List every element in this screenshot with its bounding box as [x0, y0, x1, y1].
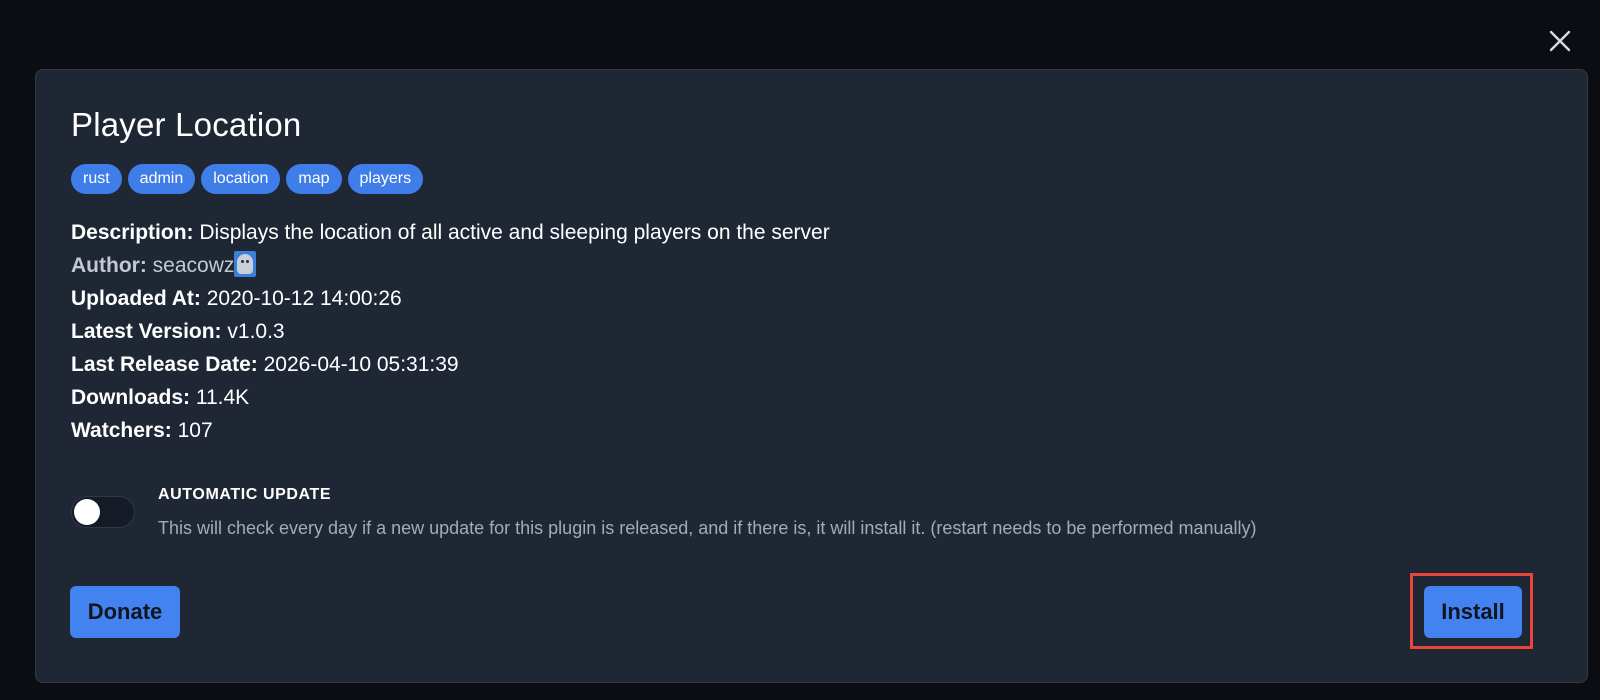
- tag-players[interactable]: players: [347, 164, 424, 194]
- close-button[interactable]: [1545, 26, 1575, 56]
- automatic-update-toggle[interactable]: [71, 496, 135, 528]
- tag-list: rust admin location map players: [71, 164, 424, 194]
- downloads-row: Downloads: 11.4K: [71, 381, 830, 414]
- uploaded-label: Uploaded At:: [71, 287, 201, 310]
- tag-admin[interactable]: admin: [127, 164, 196, 194]
- automatic-update-description: This will check every day if a new updat…: [158, 518, 1257, 538]
- downloads-label: Downloads:: [71, 386, 190, 409]
- author-avatar-icon: [234, 251, 257, 277]
- automatic-update-title: AUTOMATIC UPDATE: [158, 486, 332, 503]
- description-value: Displays the location of all active and …: [199, 221, 830, 244]
- watchers-label: Watchers:: [71, 419, 172, 442]
- uploaded-row: Uploaded At: 2020-10-12 14:00:26: [71, 282, 830, 315]
- description-row: Description: Displays the location of al…: [71, 216, 830, 249]
- author-label: Author:: [71, 254, 147, 277]
- author-row[interactable]: Author: seacowz: [71, 249, 830, 282]
- close-icon: [1549, 30, 1571, 52]
- release-date-row: Last Release Date: 2026-04-10 05:31:39: [71, 348, 830, 381]
- plugin-info: Description: Displays the location of al…: [71, 216, 830, 447]
- version-row: Latest Version: v1.0.3: [71, 315, 830, 348]
- plugin-details-modal: Player Location rust admin location map …: [35, 69, 1588, 683]
- version-label: Latest Version:: [71, 320, 222, 343]
- toggle-knob: [74, 499, 100, 525]
- tag-location[interactable]: location: [201, 164, 281, 194]
- downloads-value: 11.4K: [195, 386, 250, 409]
- version-value: v1.0.3: [227, 320, 285, 343]
- description-label: Description:: [71, 221, 194, 244]
- uploaded-value: 2020-10-12 14:00:26: [206, 287, 402, 310]
- watchers-row: Watchers: 107: [71, 414, 830, 447]
- watchers-value: 107: [177, 419, 213, 442]
- release-date-label: Last Release Date:: [71, 353, 258, 376]
- tag-map[interactable]: map: [286, 164, 342, 194]
- install-button[interactable]: Install: [1424, 586, 1522, 638]
- plugin-title: Player Location: [71, 106, 302, 143]
- tag-rust[interactable]: rust: [71, 164, 122, 194]
- donate-button[interactable]: Donate: [70, 586, 180, 638]
- author-value[interactable]: seacowz: [153, 254, 235, 277]
- release-date-value: 2026-04-10 05:31:39: [263, 353, 459, 376]
